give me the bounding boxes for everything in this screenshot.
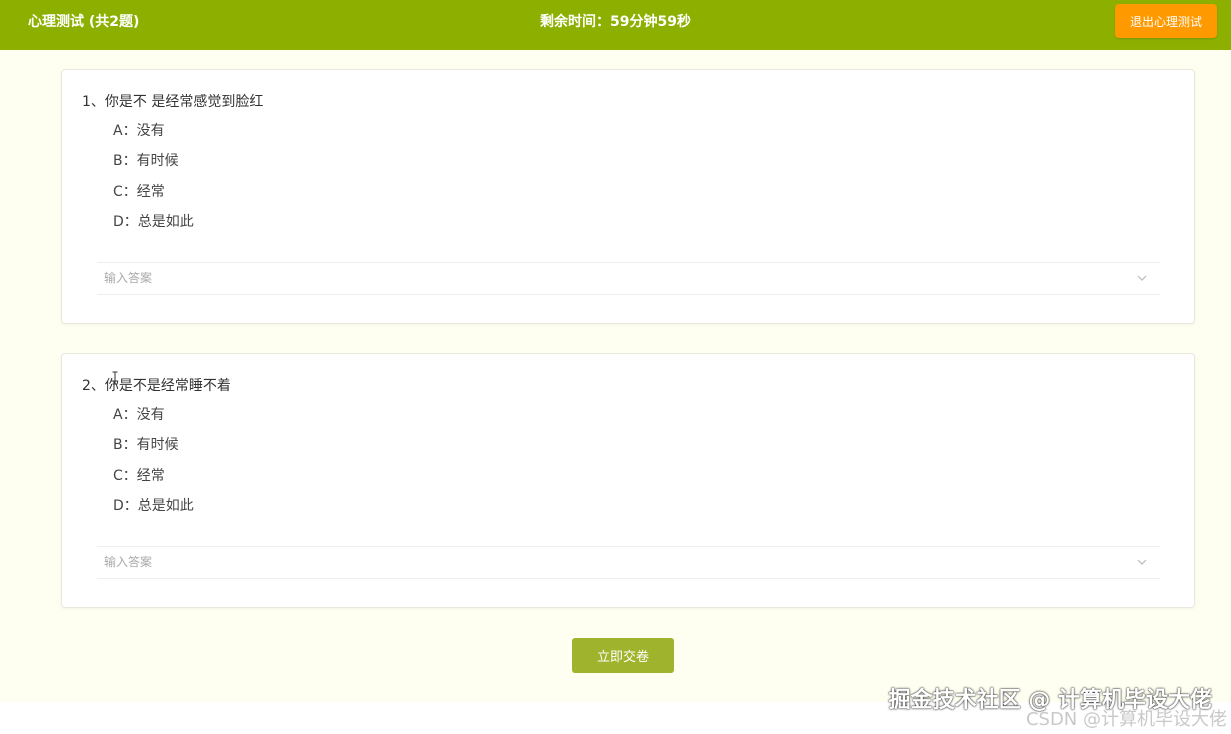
option-b: B：有时候 bbox=[113, 437, 179, 454]
question-title: 1、你是不 是经常感觉到脸红 bbox=[82, 94, 264, 110]
option-c: C：经常 bbox=[113, 183, 165, 200]
answer-placeholder: 输入答案 bbox=[104, 555, 153, 569]
answer-select[interactable]: 输入答案 bbox=[97, 546, 1160, 579]
top-bar: 心理测试 (共2题) 剩余时间：59分钟59秒 退出心理测试 bbox=[0, 0, 1231, 50]
option-b: B：有时候 bbox=[113, 153, 179, 170]
exit-test-button[interactable]: 退出心理测试 bbox=[1115, 4, 1217, 38]
option-list: A：没有 B：有时候 C：经常 D：总是如此 bbox=[113, 122, 194, 243]
option-d: D：总是如此 bbox=[113, 213, 194, 230]
question-card-2: 2、你是不是经常睡不着 A：没有 B：有时候 C：经常 D：总是如此 输入答案 bbox=[61, 353, 1195, 608]
chevron-down-icon bbox=[1137, 559, 1147, 565]
question-card-1: 1、你是不 是经常感觉到脸红 A：没有 B：有时候 C：经常 D：总是如此 输入… bbox=[61, 69, 1195, 324]
option-d: D：总是如此 bbox=[113, 497, 194, 514]
chevron-down-icon bbox=[1137, 275, 1147, 281]
answer-placeholder: 输入答案 bbox=[104, 271, 153, 285]
option-list: A：没有 B：有时候 C：经常 D：总是如此 bbox=[113, 406, 194, 527]
option-a: A：没有 bbox=[113, 123, 165, 139]
text-cursor-icon bbox=[112, 371, 118, 385]
answer-select[interactable]: 输入答案 bbox=[97, 262, 1160, 295]
option-c: C：经常 bbox=[113, 467, 165, 484]
watermark-csdn: CSDN @计算机毕设大佬 bbox=[1025, 709, 1227, 730]
submit-exam-button[interactable]: 立即交卷 bbox=[572, 638, 674, 673]
question-title: 2、你是不是经常睡不着 bbox=[82, 378, 231, 394]
countdown-timer: 剩余时间：59分钟59秒 bbox=[540, 14, 691, 30]
option-a: A：没有 bbox=[113, 407, 165, 423]
